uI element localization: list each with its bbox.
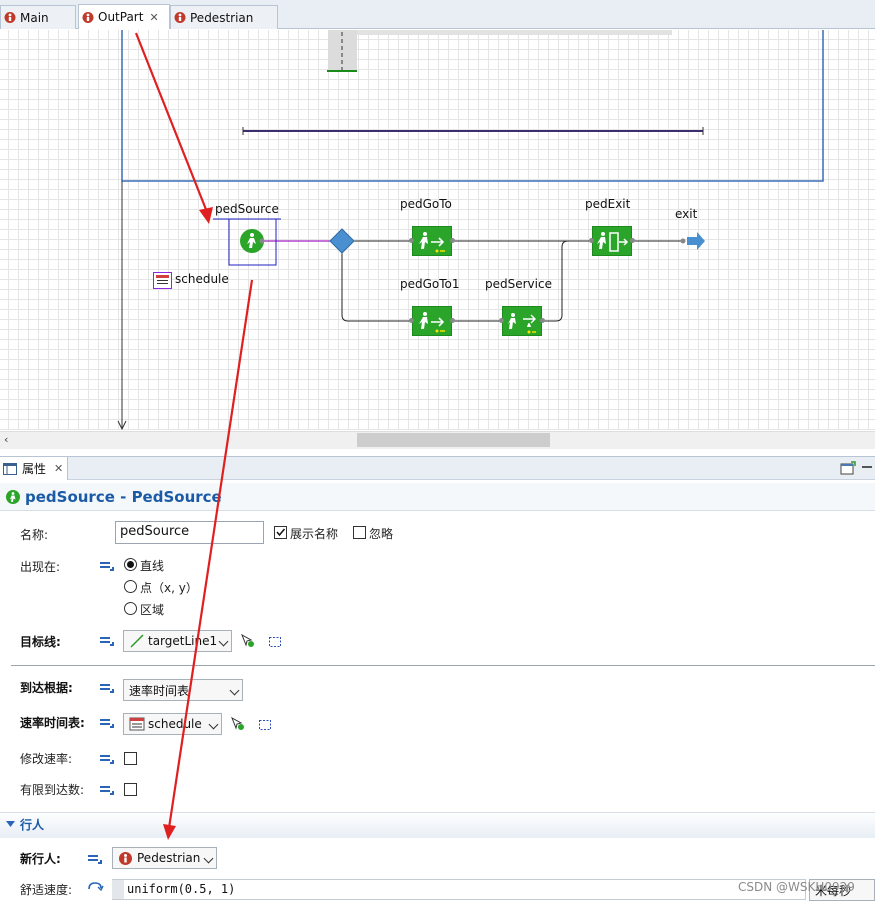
app-window: Main OutPart ✕ Pedestrian pedSource pedG… (0, 0, 875, 903)
annotation-arrows (134, 32, 254, 840)
